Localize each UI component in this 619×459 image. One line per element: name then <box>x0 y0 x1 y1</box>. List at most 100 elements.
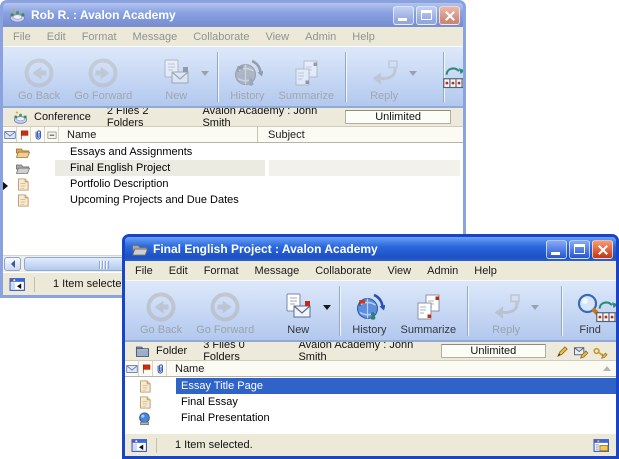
menu-collaborate[interactable]: Collaborate <box>307 263 379 279</box>
menu-message[interactable]: Message <box>125 29 186 45</box>
chevron-down-icon[interactable] <box>201 71 209 76</box>
toolbar-ruler-icon[interactable] <box>595 297 616 325</box>
menu-help[interactable]: Help <box>344 29 383 45</box>
list-header: Name <box>125 361 616 377</box>
window-final-english-project[interactable]: Final English Project : Avalon Academy F… <box>122 234 619 459</box>
minimize-button[interactable] <box>393 6 414 25</box>
menu-admin[interactable]: Admin <box>419 263 466 279</box>
list-header: Name Subject <box>3 127 463 143</box>
attachment-column-header[interactable] <box>31 127 45 142</box>
new-button[interactable]: New <box>275 283 335 339</box>
go-back-button[interactable]: Go Back <box>11 49 67 105</box>
reply-button[interactable]: Reply <box>483 283 543 339</box>
envelope-column-header[interactable] <box>3 127 17 142</box>
layout-icon[interactable] <box>593 437 610 454</box>
list-item[interactable]: Essays and Assignments <box>3 144 463 160</box>
titlebar[interactable]: Final English Project : Avalon Academy <box>125 237 616 261</box>
go-forward-button[interactable]: Go Forward <box>67 49 139 105</box>
sort-arrow-icon[interactable] <box>603 366 611 371</box>
menu-format[interactable]: Format <box>196 263 247 279</box>
minimize-button[interactable] <box>546 240 567 259</box>
item-list: Essay Title Page Final Essay Final Prese… <box>125 377 616 433</box>
close-button[interactable] <box>592 240 613 259</box>
scroll-left-button[interactable] <box>4 257 21 271</box>
conference-icon <box>9 7 26 24</box>
flag-column-header[interactable] <box>139 361 153 376</box>
list-item[interactable]: Final Essay <box>125 394 616 410</box>
folder-gray-icon <box>13 161 31 176</box>
list-item[interactable]: Upcoming Projects and Due Dates <box>3 192 463 208</box>
info-bar: Folder 3 Files 0 Folders Avalon Academy … <box>125 342 616 361</box>
menu-message[interactable]: Message <box>247 263 308 279</box>
menu-edit[interactable]: Edit <box>161 263 196 279</box>
status-divider <box>34 277 35 292</box>
quota-field: Unlimited <box>441 344 546 358</box>
menu-collaborate[interactable]: Collaborate <box>185 29 257 45</box>
go-forward-button[interactable]: Go Forward <box>189 283 261 339</box>
folder-icon <box>131 241 148 258</box>
toolbar-separator <box>467 286 469 336</box>
new-icon <box>282 291 314 323</box>
column-header-name[interactable]: Name <box>167 363 603 375</box>
reply-icon <box>368 57 400 89</box>
maximize-button[interactable] <box>569 240 590 259</box>
menu-view[interactable]: View <box>257 29 297 45</box>
status-text: 1 Item selected <box>53 278 128 290</box>
summarize-button[interactable]: Summarize <box>394 283 464 339</box>
flag-column-header[interactable] <box>17 127 31 142</box>
menu-file[interactable]: File <box>5 29 39 45</box>
status-divider <box>156 438 157 453</box>
container-kind: Folder <box>156 345 187 357</box>
quota-field: Unlimited <box>345 110 451 124</box>
panel-toggle-icon[interactable] <box>9 276 26 293</box>
chevron-down-icon[interactable] <box>531 305 539 310</box>
menu-view[interactable]: View <box>379 263 419 279</box>
toolbar-separator <box>339 286 341 336</box>
toolbar-ruler-icon[interactable] <box>442 63 463 91</box>
paperclip-icon <box>32 129 44 141</box>
document-icon <box>135 379 153 394</box>
go-forward-icon <box>209 291 241 323</box>
status-bar: 1 Item selected. <box>125 433 616 456</box>
menu-admin[interactable]: Admin <box>297 29 344 45</box>
paperclip-icon <box>154 363 166 375</box>
column-header-name[interactable]: Name <box>59 129 257 141</box>
chevron-down-icon[interactable] <box>323 305 331 310</box>
chevron-down-icon[interactable] <box>409 71 417 76</box>
toolbar-separator <box>561 286 563 336</box>
menu-help[interactable]: Help <box>466 263 505 279</box>
new-button[interactable]: New <box>153 49 213 105</box>
list-item[interactable]: Final Presentation <box>125 410 616 426</box>
list-item[interactable]: Portfolio Description <box>3 176 463 192</box>
collapse-column-header[interactable] <box>45 127 59 142</box>
attachment-column-header[interactable] <box>153 361 167 376</box>
summarize-icon <box>412 291 444 323</box>
menu-format[interactable]: Format <box>74 29 125 45</box>
location-path: Avalon Academy : John Smith <box>298 339 440 363</box>
maximize-button[interactable] <box>416 6 437 25</box>
go-back-icon <box>145 291 177 323</box>
location-path: Avalon Academy : John Smith <box>202 105 345 129</box>
column-header-subject[interactable]: Subject <box>258 129 463 141</box>
menu-file[interactable]: File <box>127 263 161 279</box>
toolbar-separator <box>217 52 219 102</box>
file-counts: 2 Files 2 Folders <box>107 105 187 129</box>
summarize-button[interactable]: Summarize <box>272 49 342 105</box>
container-kind: Conference <box>34 111 91 123</box>
list-item-selected[interactable]: Final English Project <box>3 160 463 176</box>
folder-tan-icon <box>13 145 31 160</box>
list-item-selected[interactable]: Essay Title Page <box>125 378 616 394</box>
history-button[interactable]: History <box>345 283 393 339</box>
window-title: Rob R. : Avalon Academy <box>31 8 388 22</box>
reply-button[interactable]: Reply <box>361 49 421 105</box>
close-button[interactable] <box>439 6 460 25</box>
titlebar[interactable]: Rob R. : Avalon Academy <box>3 3 463 27</box>
folder-icon <box>135 344 150 359</box>
menu-bar: File Edit Format Message Collaborate Vie… <box>125 261 616 280</box>
menu-edit[interactable]: Edit <box>39 29 74 45</box>
history-button[interactable]: History <box>223 49 271 105</box>
panel-toggle-icon[interactable] <box>131 437 148 454</box>
go-back-icon <box>23 57 55 89</box>
envelope-column-header[interactable] <box>125 361 139 376</box>
go-back-button[interactable]: Go Back <box>133 283 189 339</box>
